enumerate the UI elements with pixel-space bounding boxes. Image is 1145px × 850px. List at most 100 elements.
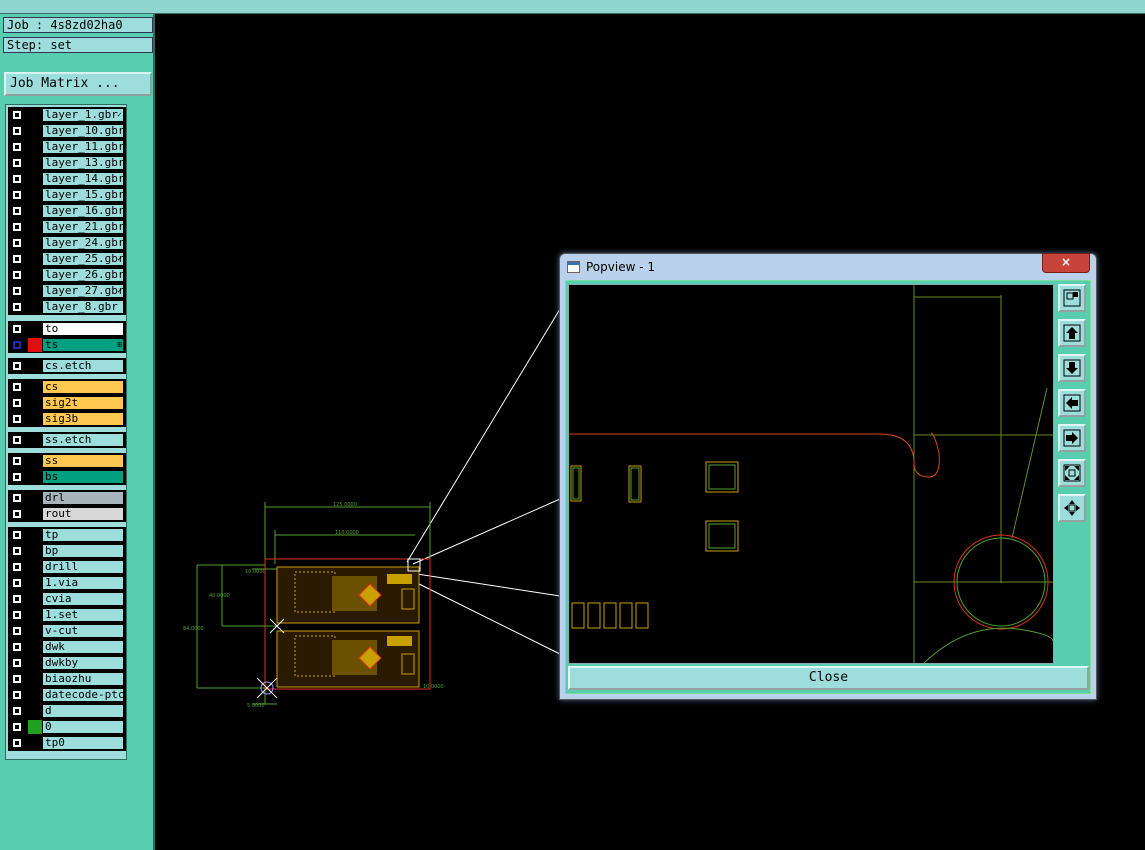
layer-name[interactable]: ss.etch [42,433,124,447]
layer-name[interactable]: cvia [42,592,124,606]
layer-color-swatch[interactable] [28,236,42,250]
layer-name[interactable]: tp [42,528,124,542]
layer-name[interactable]: biaozhu [42,672,124,686]
layer-name[interactable]: dwk [42,640,124,654]
layer-color-swatch[interactable] [28,300,42,314]
layer-checkbox[interactable] [12,110,22,120]
layer-row[interactable]: layer_25.gbr ✓ [8,251,126,267]
layer-color-swatch[interactable] [28,396,42,410]
layer-color-swatch[interactable] [28,359,42,373]
layer-color-swatch[interactable] [28,252,42,266]
layer-checkbox[interactable] [12,642,22,652]
layer-checkbox[interactable] [12,222,22,232]
layer-row[interactable]: 0 [8,719,126,735]
graphics-canvas[interactable]: 125.0000 110.0000 84.0000 40.0000 10.000… [157,14,1145,850]
layer-checkbox[interactable] [12,414,22,424]
layer-row[interactable]: layer_10.gbr [8,123,126,139]
layer-row[interactable]: d [8,703,126,719]
layer-row[interactable]: layer_1.gbr ✓ [8,107,126,123]
layer-checkbox[interactable] [12,658,22,668]
layer-row[interactable]: layer_11.gbr [8,139,126,155]
layer-row[interactable]: sig3b [8,411,126,427]
layer-row[interactable]: ss.etch [8,432,126,448]
layer-checkbox[interactable] [12,158,22,168]
pan-left-button[interactable] [1058,389,1086,417]
layer-checkbox[interactable] [12,738,22,748]
layer-color-swatch[interactable] [28,454,42,468]
zoom-fit-button[interactable] [1058,284,1086,312]
layer-name[interactable]: bs [42,470,124,484]
zoom-out-button[interactable] [1058,494,1086,522]
layer-name[interactable]: layer_1.gbr ✓ [42,108,124,122]
layer-color-swatch[interactable] [28,736,42,750]
layer-checkbox[interactable] [12,302,22,312]
layer-name[interactable]: bp [42,544,124,558]
layer-row[interactable]: ss [8,453,126,469]
layer-row[interactable]: bs [8,469,126,485]
layer-row[interactable]: rout [8,506,126,522]
layer-name[interactable]: to [42,322,124,336]
layer-checkbox[interactable] [12,530,22,540]
layer-name[interactable]: 1.set [42,608,124,622]
layer-checkbox[interactable] [12,190,22,200]
layer-row[interactable]: dwk [8,639,126,655]
layer-row[interactable]: layer_14.gbr [8,171,126,187]
layer-name[interactable]: layer_21.gbr [42,220,124,234]
layer-row[interactable]: to [8,321,126,337]
layer-row[interactable]: cvia [8,591,126,607]
window-close-button[interactable]: × [1042,253,1090,273]
layer-color-swatch[interactable] [28,470,42,484]
layer-checkbox[interactable] [12,270,22,280]
layer-color-swatch[interactable] [28,507,42,521]
layer-row[interactable]: layer_26.gbr [8,267,126,283]
layer-color-swatch[interactable] [28,544,42,558]
layer-color-swatch[interactable] [28,412,42,426]
layer-color-swatch[interactable] [28,108,42,122]
layer-name[interactable]: layer_13.gbr [42,156,124,170]
layer-color-swatch[interactable] [28,608,42,622]
layer-checkbox[interactable] [12,562,22,572]
layer-checkbox[interactable] [12,254,22,264]
zoom-in-button[interactable] [1058,459,1086,487]
layer-color-swatch[interactable] [28,560,42,574]
layer-row[interactable]: 1.via [8,575,126,591]
layer-row[interactable]: layer_8.gbr [8,299,126,315]
layer-name[interactable]: 1.via [42,576,124,590]
layer-row[interactable]: layer_24.gbr [8,235,126,251]
layer-color-swatch[interactable] [28,528,42,542]
layer-name[interactable]: tp0 [42,736,124,750]
layer-checkbox[interactable] [12,610,22,620]
layer-checkbox[interactable] [12,706,22,716]
layer-color-swatch[interactable] [28,156,42,170]
layer-checkbox[interactable] [12,722,22,732]
layer-color-swatch[interactable] [28,672,42,686]
layer-checkbox[interactable] [12,578,22,588]
layer-color-swatch[interactable] [28,592,42,606]
layer-color-swatch[interactable] [28,204,42,218]
layer-color-swatch[interactable] [28,172,42,186]
layer-name[interactable]: layer_15.gbr [42,188,124,202]
layer-row[interactable]: layer_15.gbr [8,187,126,203]
layer-row[interactable]: biaozhu [8,671,126,687]
layer-row[interactable]: drl [8,490,126,506]
layer-checkbox[interactable] [12,626,22,636]
layer-checkbox[interactable] [12,174,22,184]
layer-row[interactable]: layer_13.gbr [8,155,126,171]
layer-name[interactable]: cs [42,380,124,394]
layer-checkbox[interactable] [12,206,22,216]
layer-name[interactable]: v-cut [42,624,124,638]
layer-row[interactable]: tp [8,527,126,543]
layer-color-swatch[interactable] [28,284,42,298]
layer-name[interactable]: ts ⊞ [42,338,124,352]
layer-color-swatch[interactable] [28,688,42,702]
layer-color-swatch[interactable] [28,380,42,394]
pan-up-button[interactable] [1058,319,1086,347]
layer-checkbox[interactable] [12,286,22,296]
layer-name[interactable]: ss [42,454,124,468]
layer-name[interactable]: sig2t [42,396,124,410]
pan-down-button[interactable] [1058,354,1086,382]
layer-checkbox[interactable] [12,361,22,371]
layer-color-swatch[interactable] [28,656,42,670]
layer-color-swatch[interactable] [28,188,42,202]
layer-checkbox[interactable] [12,435,22,445]
